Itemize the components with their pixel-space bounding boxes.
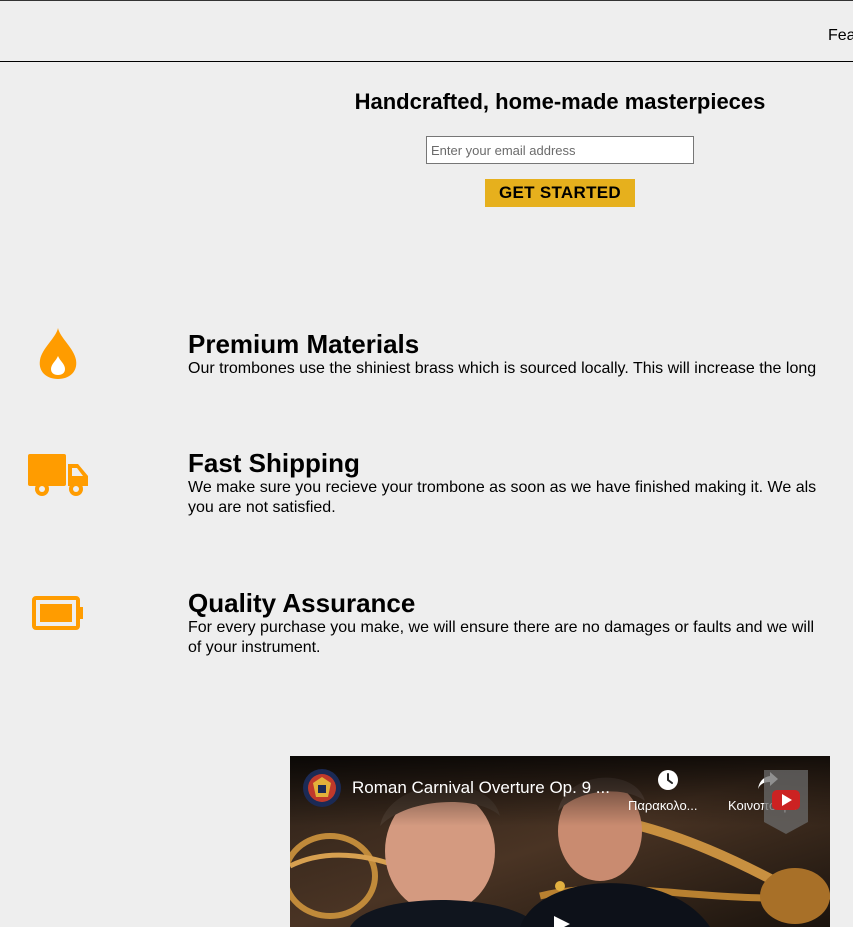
video-title[interactable]: Roman Carnival Overture Op. 9 ... xyxy=(352,778,610,798)
email-field[interactable] xyxy=(426,136,694,164)
play-icon[interactable] xyxy=(552,914,572,927)
feature-desc-quality-assurance: For every purchase you make, we will ens… xyxy=(188,618,853,658)
feature-title-fast-shipping: Fast Shipping xyxy=(188,448,360,478)
battery-icon xyxy=(32,596,84,630)
youtube-logo-icon[interactable] xyxy=(764,770,808,834)
fire-icon xyxy=(36,326,80,380)
embedded-video[interactable]: Roman Carnival Overture Op. 9 ... Παρακο… xyxy=(290,756,830,927)
feature-desc-line: you are not satisfied. xyxy=(188,499,336,516)
site-header: Fea xyxy=(0,0,853,62)
clock-icon[interactable] xyxy=(657,769,679,791)
feature-desc-line: of your instrument. xyxy=(188,639,321,656)
nav-link-features[interactable]: Fea xyxy=(828,27,853,45)
feature-desc-premium-materials: Our trombones use the shiniest brass whi… xyxy=(188,360,817,377)
watch-later-label[interactable]: Παρακολο... xyxy=(628,798,698,813)
truck-icon xyxy=(28,452,88,498)
feature-desc-line: For every purchase you make, we will ens… xyxy=(188,619,815,636)
feature-desc-line: We make sure you recieve your trombone a… xyxy=(188,479,817,496)
feature-title-premium-materials: Premium Materials xyxy=(188,329,420,359)
feature-title-quality-assurance: Quality Assurance xyxy=(188,588,416,618)
hero-title: Handcrafted, home-made masterpieces xyxy=(354,89,766,114)
get-started-button[interactable]: GET STARTED xyxy=(485,179,635,207)
channel-logo[interactable] xyxy=(302,768,342,808)
feature-desc-fast-shipping: We make sure you recieve your trombone a… xyxy=(188,478,853,518)
